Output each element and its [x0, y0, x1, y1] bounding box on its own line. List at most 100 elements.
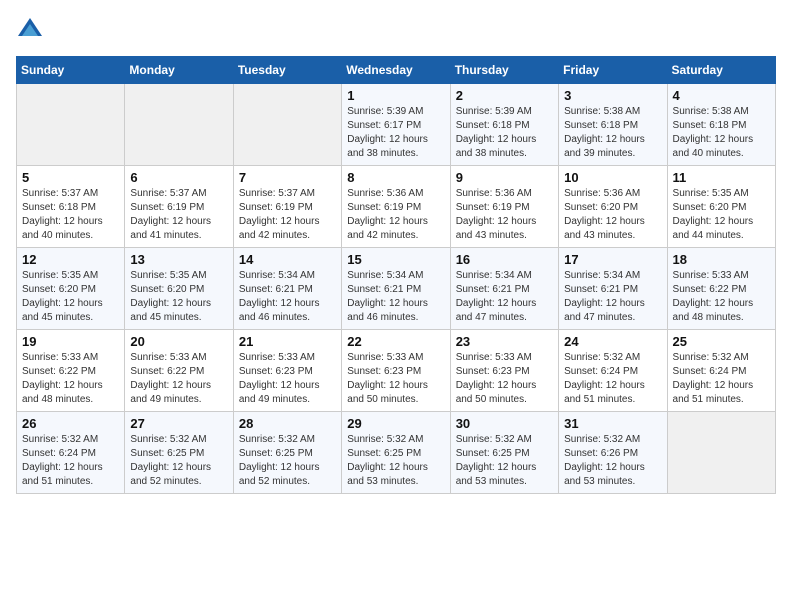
- day-info: Sunrise: 5:32 AMSunset: 6:24 PMDaylight:…: [22, 433, 119, 489]
- day-cell-14: 14 Sunrise: 5:34 AMSunset: 6:21 PMDayligh…: [233, 248, 341, 330]
- day-info: Sunrise: 5:33 AMSunset: 6:22 PMDaylight:…: [673, 269, 770, 325]
- day-cell-7: 7Sunrise: 5:37 AMSunset: 6:19 PMDaylight…: [233, 166, 341, 248]
- day-number: 7: [239, 170, 336, 185]
- day-number: 13: [130, 252, 227, 267]
- day-info: Sunrise: 5:34 AMSunset: 6:21 PMDaylight:…: [239, 269, 336, 325]
- day-info: Sunrise: 5:38 AMSunset: 6:18 PMDaylight:…: [564, 105, 661, 161]
- day-number: 8: [347, 170, 444, 185]
- day-number: 30: [456, 416, 553, 431]
- day-info: Sunrise: 5:32 AMSunset: 6:25 PMDaylight:…: [347, 433, 444, 489]
- day-number: 29: [347, 416, 444, 431]
- empty-cell: [667, 412, 775, 494]
- day-info: Sunrise: 5:35 AMSunset: 6:20 PMDaylight:…: [130, 269, 227, 325]
- day-number: 26: [22, 416, 119, 431]
- day-cell-12: 12 Sunrise: 5:35 AMSunset: 6:20 PMDayligh…: [17, 248, 125, 330]
- day-number: 1: [347, 88, 444, 103]
- day-info: Sunrise: 5:33 AMSunset: 6:23 PMDaylight:…: [456, 351, 553, 407]
- day-number: 12: [22, 252, 119, 267]
- day-number: 23: [456, 334, 553, 349]
- day-cell-29: 29 Sunrise: 5:32 AMSunset: 6:25 PMDayligh…: [342, 412, 450, 494]
- day-cell-30: 30 Sunrise: 5:32 AMSunset: 6:25 PMDayligh…: [450, 412, 558, 494]
- day-number: 19: [22, 334, 119, 349]
- day-info: Sunrise: 5:32 AMSunset: 6:24 PMDaylight:…: [564, 351, 661, 407]
- day-cell-26: 26 Sunrise: 5:32 AMSunset: 6:24 PMDayligh…: [17, 412, 125, 494]
- day-cell-28: 28 Sunrise: 5:32 AMSunset: 6:25 PMDayligh…: [233, 412, 341, 494]
- day-info: Sunrise: 5:32 AMSunset: 6:25 PMDaylight:…: [130, 433, 227, 489]
- day-info: Sunrise: 5:39 AMSunset: 6:18 PMDaylight:…: [456, 105, 553, 161]
- day-info: Sunrise: 5:36 AMSunset: 6:20 PMDaylight:…: [564, 187, 661, 243]
- day-cell-25: 25 Sunrise: 5:32 AMSunset: 6:24 PMDayligh…: [667, 330, 775, 412]
- day-cell-11: 11 Sunrise: 5:35 AMSunset: 6:20 PMDayligh…: [667, 166, 775, 248]
- calendar-table: SundayMondayTuesdayWednesdayThursdayFrid…: [16, 56, 776, 494]
- day-info: Sunrise: 5:34 AMSunset: 6:21 PMDaylight:…: [564, 269, 661, 325]
- day-info: Sunrise: 5:32 AMSunset: 6:26 PMDaylight:…: [564, 433, 661, 489]
- day-cell-4: 4Sunrise: 5:38 AMSunset: 6:18 PMDaylight…: [667, 84, 775, 166]
- day-cell-3: 3 Sunrise: 5:38 AMSunset: 6:18 PMDaylight…: [559, 84, 667, 166]
- day-cell-24: 24 Sunrise: 5:32 AMSunset: 6:24 PMDayligh…: [559, 330, 667, 412]
- day-cell-10: 10 Sunrise: 5:36 AMSunset: 6:20 PMDayligh…: [559, 166, 667, 248]
- empty-cell: [17, 84, 125, 166]
- weekday-header-monday: Monday: [125, 57, 233, 84]
- day-info: Sunrise: 5:32 AMSunset: 6:25 PMDaylight:…: [239, 433, 336, 489]
- day-info: Sunrise: 5:39 AMSunset: 6:17 PMDaylight:…: [347, 105, 444, 161]
- day-cell-8: 8Sunrise: 5:36 AMSunset: 6:19 PMDaylight…: [342, 166, 450, 248]
- day-number: 18: [673, 252, 770, 267]
- day-info: Sunrise: 5:34 AMSunset: 6:21 PMDaylight:…: [456, 269, 553, 325]
- day-info: Sunrise: 5:36 AMSunset: 6:19 PMDaylight:…: [456, 187, 553, 243]
- day-number: 15: [347, 252, 444, 267]
- weekday-header-friday: Friday: [559, 57, 667, 84]
- day-number: 9: [456, 170, 553, 185]
- day-info: Sunrise: 5:33 AMSunset: 6:23 PMDaylight:…: [347, 351, 444, 407]
- day-number: 11: [673, 170, 770, 185]
- day-number: 3: [564, 88, 661, 103]
- day-number: 10: [564, 170, 661, 185]
- empty-cell: [233, 84, 341, 166]
- weekday-header-sunday: Sunday: [17, 57, 125, 84]
- day-cell-27: 27 Sunrise: 5:32 AMSunset: 6:25 PMDayligh…: [125, 412, 233, 494]
- day-number: 24: [564, 334, 661, 349]
- day-number: 25: [673, 334, 770, 349]
- day-info: Sunrise: 5:33 AMSunset: 6:23 PMDaylight:…: [239, 351, 336, 407]
- day-number: 6: [130, 170, 227, 185]
- day-cell-22: 22 Sunrise: 5:33 AMSunset: 6:23 PMDayligh…: [342, 330, 450, 412]
- day-number: 28: [239, 416, 336, 431]
- day-cell-18: 18 Sunrise: 5:33 AMSunset: 6:22 PMDayligh…: [667, 248, 775, 330]
- day-number: 2: [456, 88, 553, 103]
- day-number: 20: [130, 334, 227, 349]
- day-info: Sunrise: 5:32 AMSunset: 6:24 PMDaylight:…: [673, 351, 770, 407]
- page-header: [16, 16, 776, 44]
- day-cell-17: 17 Sunrise: 5:34 AMSunset: 6:21 PMDayligh…: [559, 248, 667, 330]
- day-cell-21: 21 Sunrise: 5:33 AMSunset: 6:23 PMDayligh…: [233, 330, 341, 412]
- day-info: Sunrise: 5:33 AMSunset: 6:22 PMDaylight:…: [22, 351, 119, 407]
- day-cell-31: 31Sunrise: 5:32 AMSunset: 6:26 PMDayligh…: [559, 412, 667, 494]
- logo: [16, 16, 48, 44]
- day-number: 21: [239, 334, 336, 349]
- day-cell-6: 6Sunrise: 5:37 AMSunset: 6:19 PMDaylight…: [125, 166, 233, 248]
- day-cell-19: 19 Sunrise: 5:33 AMSunset: 6:22 PMDayligh…: [17, 330, 125, 412]
- day-info: Sunrise: 5:32 AMSunset: 6:25 PMDaylight:…: [456, 433, 553, 489]
- day-number: 4: [673, 88, 770, 103]
- day-info: Sunrise: 5:35 AMSunset: 6:20 PMDaylight:…: [22, 269, 119, 325]
- weekday-header-thursday: Thursday: [450, 57, 558, 84]
- day-number: 17: [564, 252, 661, 267]
- day-cell-13: 13 Sunrise: 5:35 AMSunset: 6:20 PMDayligh…: [125, 248, 233, 330]
- weekday-header-tuesday: Tuesday: [233, 57, 341, 84]
- logo-icon: [16, 16, 44, 44]
- day-cell-16: 16 Sunrise: 5:34 AMSunset: 6:21 PMDayligh…: [450, 248, 558, 330]
- day-cell-15: 15Sunrise: 5:34 AMSunset: 6:21 PMDayligh…: [342, 248, 450, 330]
- day-number: 27: [130, 416, 227, 431]
- day-cell-9: 9 Sunrise: 5:36 AMSunset: 6:19 PMDaylight…: [450, 166, 558, 248]
- day-cell-20: 20Sunrise: 5:33 AMSunset: 6:22 PMDayligh…: [125, 330, 233, 412]
- day-number: 16: [456, 252, 553, 267]
- day-cell-5: 5Sunrise: 5:37 AMSunset: 6:18 PMDaylight…: [17, 166, 125, 248]
- weekday-header-saturday: Saturday: [667, 57, 775, 84]
- weekday-header-wednesday: Wednesday: [342, 57, 450, 84]
- day-number: 14: [239, 252, 336, 267]
- empty-cell: [125, 84, 233, 166]
- day-number: 22: [347, 334, 444, 349]
- day-cell-1: 1 Sunrise: 5:39 AMSunset: 6:17 PMDaylight…: [342, 84, 450, 166]
- day-cell-23: 23 Sunrise: 5:33 AMSunset: 6:23 PMDayligh…: [450, 330, 558, 412]
- day-info: Sunrise: 5:37 AMSunset: 6:18 PMDaylight:…: [22, 187, 119, 243]
- day-info: Sunrise: 5:35 AMSunset: 6:20 PMDaylight:…: [673, 187, 770, 243]
- day-cell-2: 2 Sunrise: 5:39 AMSunset: 6:18 PMDaylight…: [450, 84, 558, 166]
